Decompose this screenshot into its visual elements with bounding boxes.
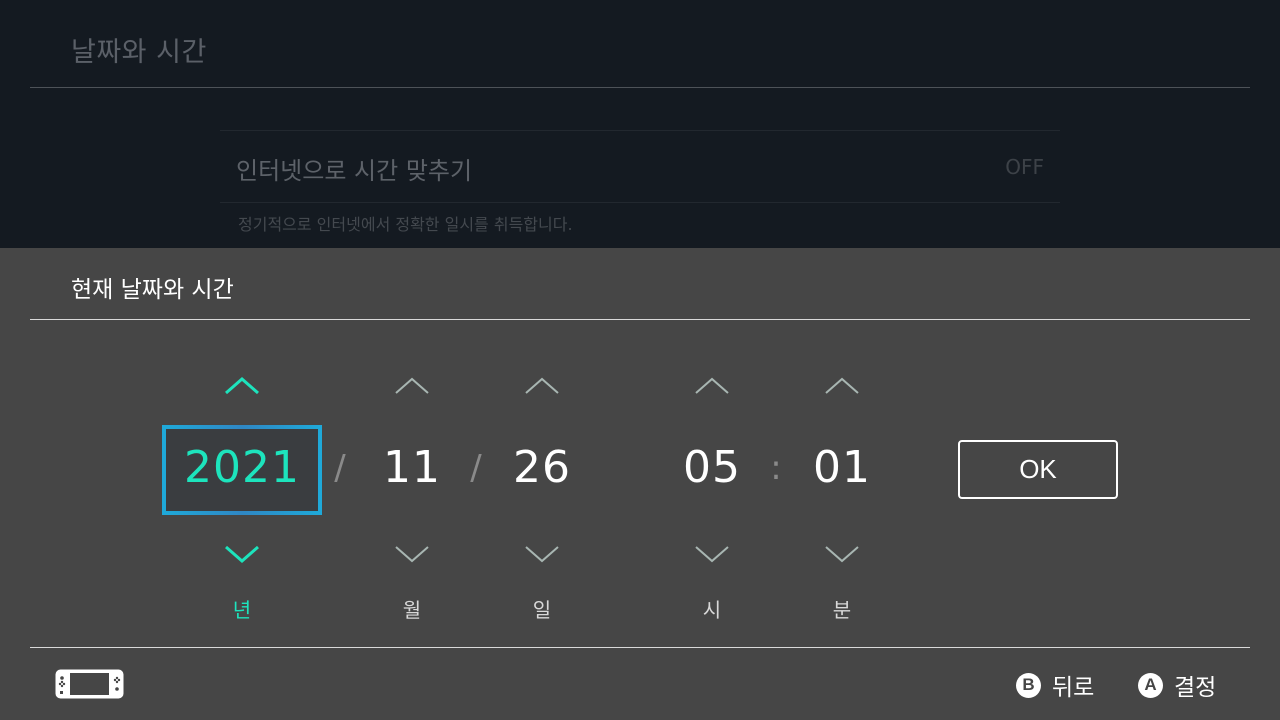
month-field[interactable]: 11: [372, 424, 452, 512]
time-separator: :: [770, 448, 782, 488]
day-unit-label: 일: [532, 598, 552, 622]
minute-decrement-chevron-down-icon[interactable]: [822, 543, 862, 567]
hour-unit-label: 시: [702, 598, 722, 622]
minute-field[interactable]: 01: [802, 424, 882, 512]
minute-unit-label: 분: [832, 598, 852, 622]
hour-field[interactable]: 05: [672, 424, 752, 512]
dialog-divider-bottom: [30, 647, 1250, 648]
internet-time-sync-description: 정기적으로 인터넷에서 정확한 일시를 취득합니다.: [238, 215, 573, 234]
dialog-divider-top: [30, 319, 1250, 320]
day-field[interactable]: 26: [502, 424, 582, 512]
date-separator: /: [470, 448, 482, 488]
month-increment-chevron-up-icon[interactable]: [392, 373, 432, 397]
date-separator: /: [334, 448, 346, 488]
year-field[interactable]: 2021: [162, 424, 322, 512]
year-unit-label: 년: [232, 598, 252, 622]
confirm-hint-button[interactable]: A 결정: [1138, 672, 1216, 701]
internet-time-sync-value: OFF: [1005, 155, 1044, 179]
internet-time-sync-label: 인터넷으로 시간 맞추기: [236, 157, 473, 185]
day-increment-chevron-up-icon[interactable]: [522, 373, 562, 397]
a-button-icon: A: [1138, 672, 1163, 698]
day-decrement-chevron-down-icon[interactable]: [522, 543, 562, 567]
month-decrement-chevron-down-icon[interactable]: [392, 543, 432, 567]
month-unit-label: 월: [402, 598, 422, 622]
background-settings-screen: 날짜와 시간 인터넷으로 시간 맞추기 OFF 정기적으로 인터넷에서 정확한 …: [0, 0, 1280, 248]
background-page-title: 날짜와 시간: [71, 37, 207, 68]
b-button-icon: B: [1016, 672, 1041, 698]
hour-increment-chevron-up-icon[interactable]: [692, 373, 732, 397]
background-divider: [30, 87, 1250, 88]
back-hint-label: 뒤로: [1052, 675, 1095, 701]
confirm-hint-label: 결정: [1174, 675, 1217, 701]
dialog-title: 현재 날짜와 시간: [71, 277, 234, 303]
handheld-console-icon: [55, 669, 124, 699]
minute-increment-chevron-up-icon[interactable]: [822, 373, 862, 397]
hour-decrement-chevron-down-icon[interactable]: [692, 543, 732, 567]
year-increment-chevron-up-icon[interactable]: [222, 373, 262, 397]
ok-button[interactable]: OK: [958, 440, 1118, 499]
internet-time-sync-row: 인터넷으로 시간 맞추기 OFF: [220, 130, 1060, 203]
back-hint-button[interactable]: B 뒤로: [1016, 672, 1094, 701]
year-decrement-chevron-down-icon[interactable]: [222, 543, 262, 567]
date-time-dialog: 현재 날짜와 시간 2021 / 11 / 26 05 : 01 OK 년 월 …: [0, 248, 1280, 720]
